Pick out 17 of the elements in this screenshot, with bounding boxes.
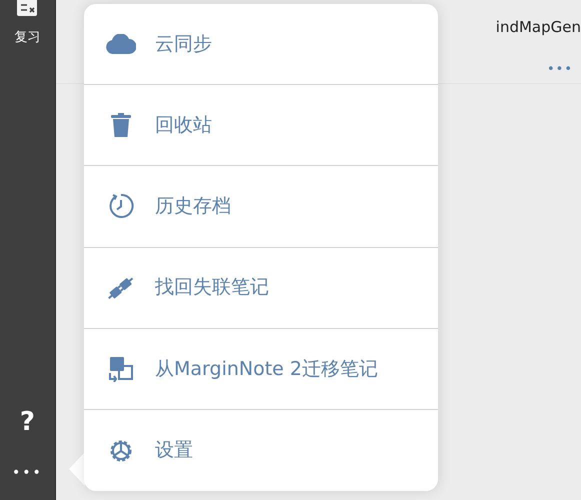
cloud-icon	[106, 34, 136, 54]
clock-icon	[108, 193, 134, 220]
menu-item[interactable]: 从MarginNote 2迁移笔记	[84, 328, 438, 410]
menu-item[interactable]: 设置	[84, 410, 438, 492]
help-button[interactable]: ?	[20, 409, 35, 435]
review-icon[interactable]	[17, 0, 38, 16]
menu-item[interactable]: 找回失联笔记	[84, 248, 438, 329]
migrate-icon	[108, 356, 134, 382]
more-button[interactable]: •••	[546, 60, 573, 79]
trash-icon	[111, 113, 131, 138]
menu-item[interactable]: 云同步	[84, 4, 438, 86]
more-button[interactable]: •••	[12, 463, 43, 484]
menu-item[interactable]: 回收站	[84, 85, 438, 166]
menu-item[interactable]: 历史存档	[84, 166, 438, 248]
settings-icon	[108, 438, 134, 464]
sidebar-label[interactable]: 复习	[14, 28, 40, 48]
plug-icon	[107, 274, 135, 301]
